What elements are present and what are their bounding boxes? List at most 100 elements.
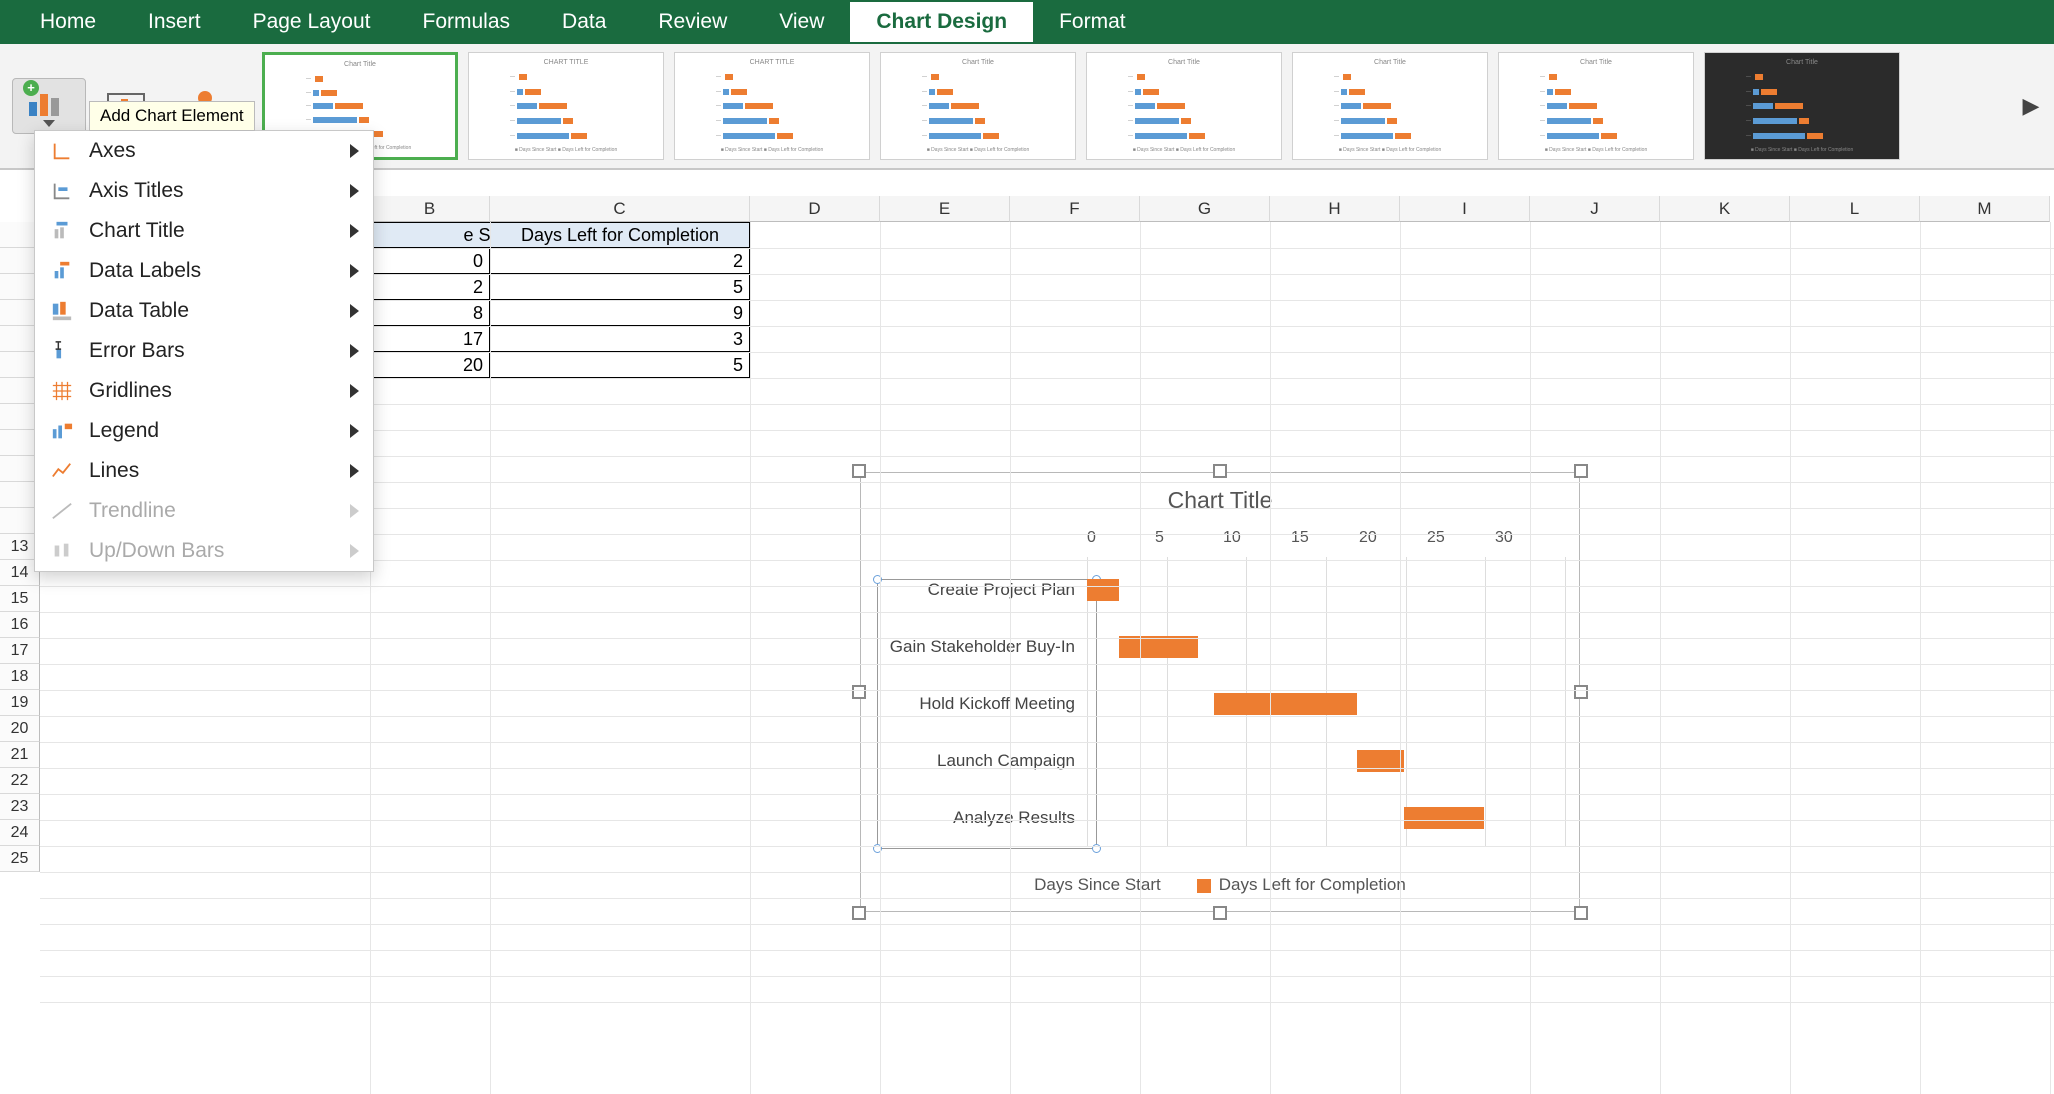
gallery-next-button[interactable]: ▶ — [2020, 86, 2042, 126]
data-labels-icon — [49, 260, 75, 282]
tab-format[interactable]: Format — [1033, 2, 1152, 42]
row-header-21[interactable]: 21 — [0, 742, 40, 768]
row-header-16[interactable]: 16 — [0, 612, 40, 638]
chart-style-thumb[interactable]: Chart Title—————■ Days Since Start ■ Day… — [1498, 52, 1694, 160]
menu-item-lines[interactable]: Lines — [35, 451, 373, 491]
cell[interactable]: 5 — [490, 274, 750, 300]
chart-style-thumb[interactable]: Chart Title—————■ Days Since Start ■ Day… — [1704, 52, 1900, 160]
column-header-h[interactable]: H — [1270, 196, 1400, 222]
submenu-caret-icon — [350, 344, 359, 358]
chart-category-row: Analyze Results — [877, 790, 1563, 847]
resize-handle[interactable] — [1213, 464, 1227, 478]
tab-formulas[interactable]: Formulas — [397, 2, 537, 42]
menu-item-error-bars[interactable]: Error Bars — [35, 331, 373, 371]
row-header-25[interactable]: 25 — [0, 846, 40, 872]
submenu-caret-icon — [350, 304, 359, 318]
menu-item-updown: Up/Down Bars — [35, 531, 373, 571]
legend-icon — [49, 420, 75, 442]
chart-category-row: Create Project Plan — [877, 561, 1563, 618]
cell[interactable]: 5 — [490, 352, 750, 378]
chart-style-thumb[interactable]: Chart Title—————■ Days Since Start ■ Day… — [1086, 52, 1282, 160]
category-label[interactable]: Create Project Plan — [877, 580, 1087, 600]
column-header-c[interactable]: C — [490, 196, 750, 222]
chart-styles-gallery: Chart Title—————■ Days Since Start ■ Day… — [262, 52, 2004, 160]
add-chart-element-menu: Add Chart Element Axes Axis Titles Chart… — [34, 130, 374, 572]
row-header-22[interactable]: 22 — [0, 768, 40, 794]
menu-item-axis-titles[interactable]: Axis Titles — [35, 171, 373, 211]
tab-chart-design[interactable]: Chart Design — [850, 2, 1033, 42]
axes-icon — [49, 140, 75, 162]
menu-item-legend[interactable]: Legend — [35, 411, 373, 451]
category-label[interactable]: Analyze Results — [877, 808, 1087, 828]
row-header-23[interactable]: 23 — [0, 794, 40, 820]
resize-handle[interactable] — [852, 464, 866, 478]
cell[interactable]: 20 — [370, 352, 490, 378]
submenu-caret-icon — [350, 424, 359, 438]
tab-home[interactable]: Home — [14, 2, 122, 42]
column-header-d[interactable]: D — [750, 196, 880, 222]
error-bars-icon — [49, 340, 75, 362]
submenu-caret-icon — [350, 464, 359, 478]
menu-item-data-labels[interactable]: Data Labels — [35, 251, 373, 291]
cell[interactable]: 9 — [490, 300, 750, 326]
cell[interactable]: 3 — [490, 326, 750, 352]
legend-entry[interactable]: Days Left for Completion — [1197, 875, 1406, 895]
menu-item-axes[interactable]: Axes — [35, 131, 373, 171]
column-header-j[interactable]: J — [1530, 196, 1660, 222]
menu-item-gridlines[interactable]: Gridlines — [35, 371, 373, 411]
cell[interactable]: 8 — [370, 300, 490, 326]
tab-view[interactable]: View — [753, 2, 850, 42]
resize-handle[interactable] — [1213, 906, 1227, 920]
chart-style-thumb[interactable]: CHART TITLE—————■ Days Since Start ■ Day… — [674, 52, 870, 160]
column-header-m[interactable]: M — [1920, 196, 2050, 222]
resize-handle[interactable] — [1574, 464, 1588, 478]
row-header-20[interactable]: 20 — [0, 716, 40, 742]
submenu-caret-icon — [350, 264, 359, 278]
tab-insert[interactable]: Insert — [122, 2, 227, 42]
category-label[interactable]: Hold Kickoff Meeting — [877, 694, 1087, 714]
chart-style-thumb[interactable]: Chart Title—————■ Days Since Start ■ Day… — [1292, 52, 1488, 160]
chart-category-row: Hold Kickoff Meeting — [877, 675, 1563, 732]
cell[interactable]: 0 — [370, 248, 490, 274]
chart-legend[interactable]: Days Since Start Days Left for Completio… — [861, 875, 1579, 895]
column-header-l[interactable]: L — [1790, 196, 1920, 222]
bar-segment[interactable] — [1404, 807, 1483, 829]
category-label[interactable]: Gain Stakeholder Buy-In — [877, 637, 1087, 657]
resize-handle[interactable] — [852, 906, 866, 920]
bar-segment[interactable] — [1087, 579, 1119, 601]
chart-plot-area[interactable]: 051015202530 Create Project Plan Gain St… — [877, 529, 1563, 847]
menu-item-data-table[interactable]: Data Table — [35, 291, 373, 331]
column-header-f[interactable]: F — [1010, 196, 1140, 222]
menu-item-chart-title[interactable]: Chart Title — [35, 211, 373, 251]
resize-handle[interactable] — [852, 685, 866, 699]
bar-segment[interactable] — [1119, 636, 1198, 658]
cell[interactable]: 2 — [490, 248, 750, 274]
row-header-24[interactable]: 24 — [0, 820, 40, 846]
chart-style-thumb[interactable]: Chart Title—————■ Days Since Start ■ Day… — [880, 52, 1076, 160]
add-chart-element-button[interactable]: + — [12, 78, 86, 134]
legend-entry[interactable]: Days Since Start — [1034, 875, 1161, 895]
row-header-15[interactable]: 15 — [0, 586, 40, 612]
row-header-17[interactable]: 17 — [0, 638, 40, 664]
column-header-g[interactable]: G — [1140, 196, 1270, 222]
cell[interactable]: 17 — [370, 326, 490, 352]
column-header-i[interactable]: I — [1400, 196, 1530, 222]
tab-page-layout[interactable]: Page Layout — [227, 2, 397, 42]
cell[interactable]: 2 — [370, 274, 490, 300]
chart-title[interactable]: Chart Title — [861, 487, 1579, 514]
submenu-caret-icon — [350, 224, 359, 238]
row-header-18[interactable]: 18 — [0, 664, 40, 690]
column-header-e[interactable]: E — [880, 196, 1010, 222]
column-header-b[interactable]: B — [370, 196, 490, 222]
menu-item-label: Axes — [89, 139, 336, 163]
cell-c-header[interactable]: Days Left for Completion — [490, 222, 750, 248]
resize-handle[interactable] — [1574, 685, 1588, 699]
row-header-19[interactable]: 19 — [0, 690, 40, 716]
tab-data[interactable]: Data — [536, 2, 632, 42]
chevron-down-icon — [43, 120, 55, 127]
resize-handle[interactable] — [1574, 906, 1588, 920]
bar-segment[interactable] — [1214, 693, 1357, 715]
column-header-k[interactable]: K — [1660, 196, 1790, 222]
tab-review[interactable]: Review — [632, 2, 753, 42]
chart-style-thumb[interactable]: CHART TITLE—————■ Days Since Start ■ Day… — [468, 52, 664, 160]
